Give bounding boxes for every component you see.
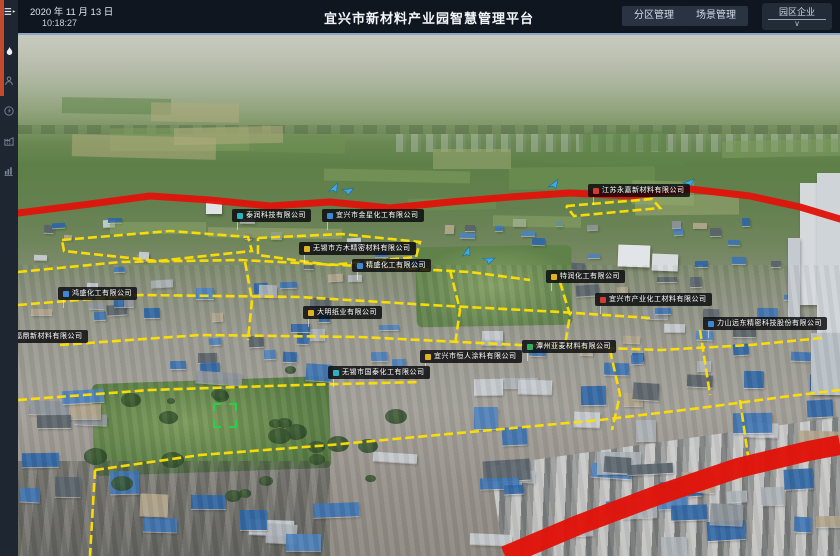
enterprise-labels-layer: 泰润科技有限公司 宜兴市金星化工有限公司 无锡市方木精密材料有限公司 精盛化工有…: [18, 33, 840, 556]
enterprise-name: 宜兴福鼎新材料有限公司: [18, 333, 83, 340]
enterprise-name: 无锡市国泰化工有限公司: [342, 369, 425, 376]
flame-icon: [4, 45, 15, 58]
enterprise-name: 鸿盛化工有限公司: [72, 290, 132, 297]
enterprise-name: 潭州亚麦材料有限公司: [536, 343, 611, 350]
enterprise-dot: [600, 297, 606, 303]
enterprise-dot: [308, 310, 314, 316]
enterprise-label[interactable]: 精盛化工有限公司: [352, 259, 431, 272]
enterprise-dot: [708, 321, 714, 327]
enterprise-dot: [425, 354, 431, 360]
scene-manage-button[interactable]: 场景管理: [684, 6, 748, 26]
enterprise-label[interactable]: 宜兴市恒人涂料有限公司: [420, 350, 522, 363]
enterprise-name: 宜兴市金星化工有限公司: [336, 212, 419, 219]
enterprise-label[interactable]: 特润化工有限公司: [546, 270, 625, 283]
person-icon: [3, 75, 15, 87]
bar-chart-icon: [3, 165, 15, 177]
enterprise-name: 江苏永嘉新材料有限公司: [602, 187, 685, 194]
top-header: 2020 年 11 月 13 日 10:18:27 宜兴市新材料产业园智慧管理平…: [18, 0, 840, 35]
enterprise-dot: [304, 246, 310, 252]
enterprise-dot: [593, 188, 599, 194]
app-root: 2020 年 11 月 13 日 10:18:27 宜兴市新材料产业园智慧管理平…: [0, 0, 840, 556]
sidebar-item-stats[interactable]: [0, 156, 18, 186]
enterprise-label[interactable]: 泰润科技有限公司: [232, 209, 311, 222]
enterprise-label[interactable]: 大明纸业有限公司: [303, 306, 382, 319]
enterprise-dot: [63, 291, 69, 297]
enterprise-label[interactable]: 无锡市国泰化工有限公司: [328, 366, 430, 379]
enterprise-dot: [333, 370, 339, 376]
enterprise-label[interactable]: 鸿盛化工有限公司: [58, 287, 137, 300]
gauge-icon: [3, 105, 15, 117]
sidebar: [0, 0, 18, 556]
enterprise-label[interactable]: 江苏永嘉新材料有限公司: [588, 184, 690, 197]
park-enterprise-dropdown[interactable]: 园区企业 ∨: [762, 3, 832, 30]
enterprise-name: 泰润科技有限公司: [246, 212, 306, 219]
dropdown-label: 园区企业: [779, 7, 815, 18]
menu-icon: [3, 5, 16, 18]
enterprise-name: 宜兴市恒人涂料有限公司: [434, 353, 517, 360]
enterprise-dot: [357, 263, 363, 269]
sidebar-item-energy[interactable]: [0, 96, 18, 126]
enterprise-name: 宜兴市产业化工材料有限公司: [609, 296, 707, 303]
sidebar-item-enterprise[interactable]: [0, 126, 18, 156]
zone-manage-button[interactable]: 分区管理: [622, 6, 686, 26]
enterprise-dot: [237, 213, 243, 219]
enterprise-name: 特润化工有限公司: [560, 273, 620, 280]
enterprise-name: 力山远东精密科技股份有限公司: [717, 320, 822, 327]
enterprise-label[interactable]: 宜兴市金星化工有限公司: [322, 209, 424, 222]
enterprise-name: 无锡市方木精密材料有限公司: [313, 245, 411, 252]
map-viewport[interactable]: 泰润科技有限公司 宜兴市金星化工有限公司 无锡市方木精密材料有限公司 精盛化工有…: [18, 33, 840, 556]
enterprise-label[interactable]: 宜兴福鼎新材料有限公司: [18, 330, 88, 343]
enterprise-label[interactable]: 宜兴市产业化工材料有限公司: [595, 293, 712, 306]
enterprise-label[interactable]: 潭州亚麦材料有限公司: [522, 340, 616, 353]
chevron-down-icon: ∨: [794, 21, 800, 27]
enterprise-name: 精盛化工有限公司: [366, 262, 426, 269]
enterprise-dot: [527, 344, 533, 350]
enterprise-dot: [327, 213, 333, 219]
enterprise-dot: [551, 274, 557, 280]
enterprise-label[interactable]: 力山远东精密科技股份有限公司: [703, 317, 827, 330]
sidebar-accent-stripe: [0, 0, 4, 96]
enterprise-name: 大明纸业有限公司: [317, 309, 377, 316]
factory-icon: [3, 135, 15, 147]
enterprise-label[interactable]: 无锡市方木精密材料有限公司: [299, 242, 416, 255]
